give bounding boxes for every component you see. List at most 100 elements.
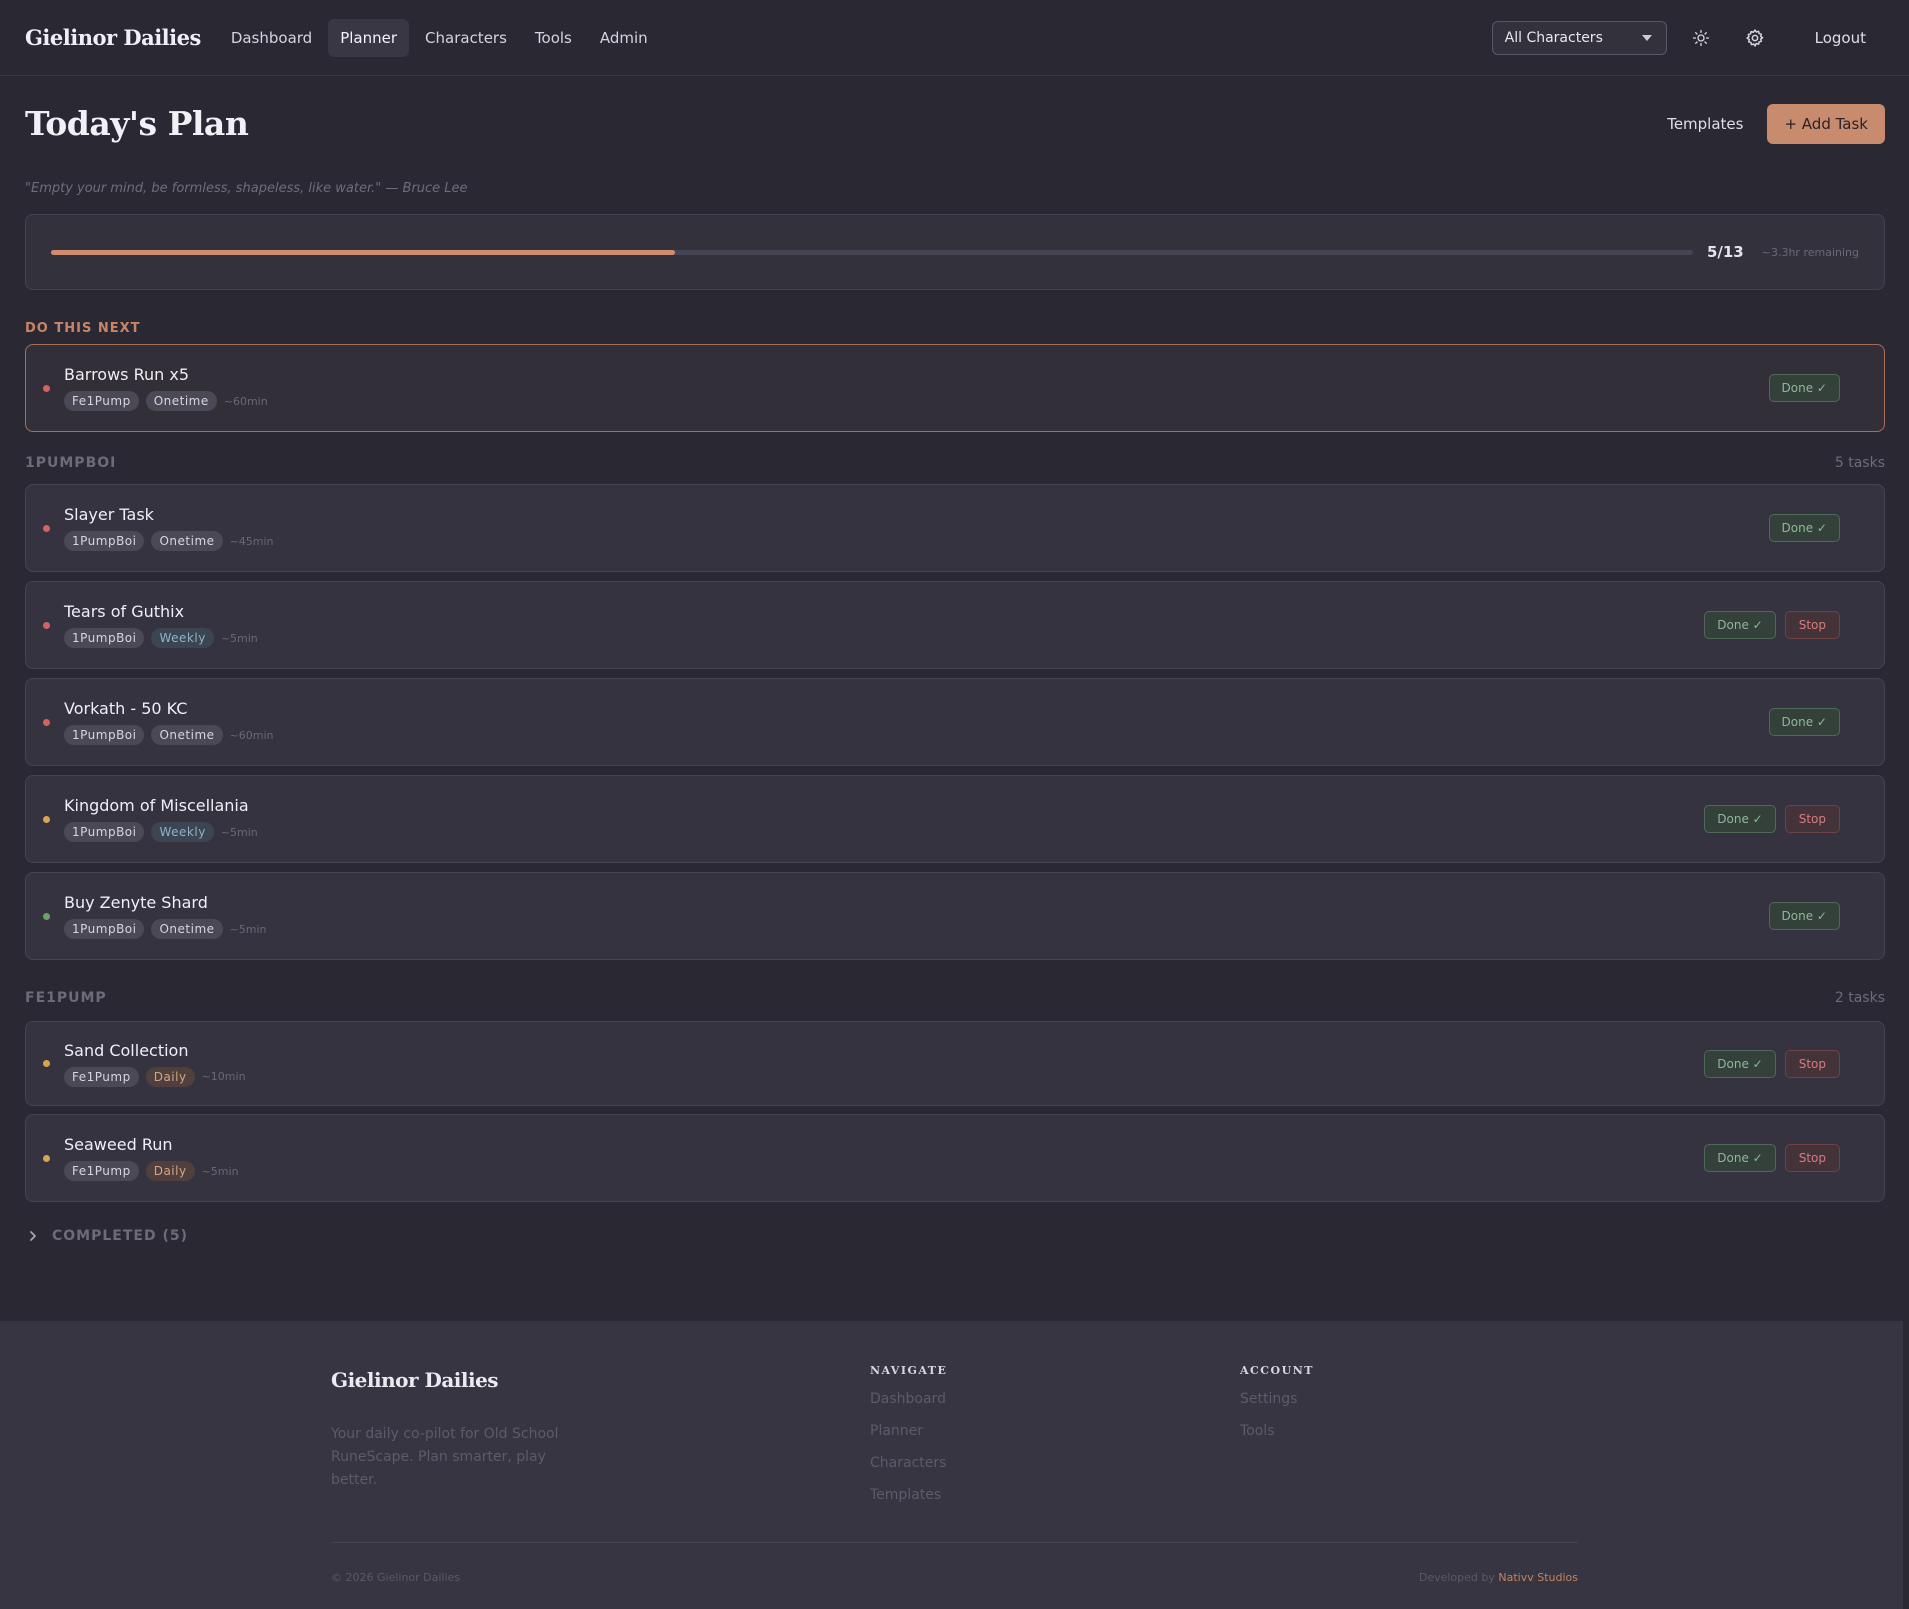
character-badge: Fe1Pump <box>64 1066 139 1087</box>
task-title: Kingdom of Miscellania <box>64 796 249 815</box>
task-meta: Fe1Pump Daily ~5min <box>64 1161 239 1181</box>
task-meta: 1PumpBoi Weekly ~5min <box>64 628 258 648</box>
progress-count: 5/13 <box>1706 243 1744 261</box>
footer-link-settings[interactable]: Settings <box>1240 1390 1314 1422</box>
done-button[interactable]: Done ✓ <box>1704 1049 1776 1078</box>
footer-account-heading: ACCOUNT <box>1240 1364 1314 1377</box>
group-count: 2 tasks <box>1834 989 1885 1006</box>
sun-icon <box>1692 29 1709 46</box>
task-body: Vorkath - 50 KC 1PumpBoi Onetime ~60min <box>64 699 274 745</box>
logout-button[interactable]: Logout <box>1815 29 1866 47</box>
task-eta: ~45min <box>229 534 274 548</box>
task-card[interactable]: Sand Collection Fe1Pump Daily ~10min Don… <box>25 1021 1885 1106</box>
main-nav: Dashboard Planner Characters Tools Admin <box>219 18 660 57</box>
top-navbar: Gielinor Dailies Dashboard Planner Chara… <box>0 0 1909 76</box>
theme-toggle-button[interactable] <box>1681 18 1721 58</box>
done-button[interactable]: Done ✓ <box>1768 514 1840 542</box>
progress-remaining: ~3.3hr remaining <box>1761 245 1859 259</box>
frequency-badge: Daily <box>145 1161 195 1181</box>
task-meta: Fe1Pump Onetime ~60min <box>64 391 268 411</box>
nav-admin[interactable]: Admin <box>588 19 660 57</box>
nav-characters[interactable]: Characters <box>413 19 519 57</box>
nav-planner[interactable]: Planner <box>328 18 410 57</box>
footer-link-characters[interactable]: Characters <box>870 1454 947 1486</box>
task-body: Slayer Task 1PumpBoi Onetime ~45min <box>64 505 274 551</box>
footer-link-dashboard[interactable]: Dashboard <box>870 1390 947 1422</box>
character-badge: 1PumpBoi <box>64 628 145 648</box>
nav-dashboard[interactable]: Dashboard <box>219 19 324 57</box>
task-eta: ~60min <box>223 394 268 408</box>
task-meta: Fe1Pump Daily ~10min <box>64 1066 246 1087</box>
task-card[interactable]: Buy Zenyte Shard 1PumpBoi Onetime ~5min … <box>25 872 1885 960</box>
task-title: Sand Collection <box>64 1040 189 1060</box>
group-header-fe1pump: FE1PUMP 2 tasks <box>25 989 1885 1006</box>
nav-tools[interactable]: Tools <box>523 19 584 57</box>
footer-brand: Gielinor Dailies <box>331 1368 499 1392</box>
task-title: Vorkath - 50 KC <box>64 699 188 718</box>
done-button[interactable]: Done ✓ <box>1768 374 1840 402</box>
chevron-right-icon <box>30 1231 36 1241</box>
footer-link-tools[interactable]: Tools <box>1240 1422 1314 1454</box>
task-card[interactable]: Slayer Task 1PumpBoi Onetime ~45min Done… <box>25 484 1885 572</box>
task-title: Tears of Guthix <box>64 602 185 621</box>
task-actions: Done ✓ Stop <box>1704 805 1840 833</box>
task-actions: Done ✓ Stop <box>1704 611 1840 639</box>
completed-toggle[interactable]: COMPLETED (5) <box>25 1228 1885 1244</box>
frequency-badge: Daily <box>145 1066 195 1087</box>
done-button[interactable]: Done ✓ <box>1704 805 1776 833</box>
footer-studio-link[interactable]: Nativv Studios <box>1498 1571 1578 1584</box>
character-select[interactable]: All Characters <box>1491 20 1667 55</box>
templates-button[interactable]: Templates <box>1667 115 1743 133</box>
progress-track <box>51 249 1693 255</box>
stop-button[interactable]: Stop <box>1784 1049 1840 1078</box>
priority-dot <box>43 1060 50 1067</box>
task-actions: Done ✓ <box>1768 514 1840 542</box>
add-task-button[interactable]: + Add Task <box>1767 103 1885 144</box>
task-card[interactable]: Vorkath - 50 KC 1PumpBoi Onetime ~60min … <box>25 678 1885 766</box>
settings-button[interactable] <box>1735 18 1775 58</box>
priority-dot <box>43 815 50 823</box>
daily-quote: "Empty your mind, be formless, shapeless… <box>25 181 468 196</box>
progress-card: 5/13 ~3.3hr remaining <box>25 214 1885 290</box>
task-eta: ~5min <box>220 631 258 645</box>
brand-logo[interactable]: Gielinor Dailies <box>25 25 201 50</box>
task-card[interactable]: Tears of Guthix 1PumpBoi Weekly ~5min Do… <box>25 581 1885 669</box>
group-name: FE1PUMP <box>25 989 107 1006</box>
done-button[interactable]: Done ✓ <box>1704 611 1776 639</box>
task-card[interactable]: Seaweed Run Fe1Pump Daily ~5min Done ✓ S… <box>25 1114 1885 1202</box>
footer-credit: Developed by Nativv Studios <box>1419 1571 1578 1584</box>
task-eta: ~5min <box>220 825 258 839</box>
task-actions: Done ✓ <box>1768 902 1840 930</box>
frequency-badge: Weekly <box>151 628 214 648</box>
task-actions: Done ✓ Stop <box>1704 1049 1840 1078</box>
stop-button[interactable]: Stop <box>1784 805 1840 833</box>
next-task-card[interactable]: Barrows Run x5 Fe1Pump Onetime ~60min Do… <box>25 344 1885 432</box>
footer-link-templates[interactable]: Templates <box>870 1486 947 1518</box>
task-body: Buy Zenyte Shard 1PumpBoi Onetime ~5min <box>64 893 267 939</box>
task-card[interactable]: Kingdom of Miscellania 1PumpBoi Weekly ~… <box>25 775 1885 863</box>
site-footer: Gielinor Dailies Your daily co-pilot for… <box>0 1321 1903 1609</box>
frequency-badge: Onetime <box>151 531 223 551</box>
done-button[interactable]: Done ✓ <box>1704 1144 1776 1172</box>
priority-dot <box>43 384 50 392</box>
page-title: Today's Plan <box>25 104 249 143</box>
frequency-badge: Weekly <box>151 822 214 842</box>
character-select-value: All Characters <box>1504 29 1603 46</box>
task-title: Buy Zenyte Shard <box>64 893 208 912</box>
footer-account-column: ACCOUNT Settings Tools <box>1240 1364 1314 1454</box>
group-name: 1PUMPBOI <box>25 454 117 471</box>
footer-link-planner[interactable]: Planner <box>870 1422 947 1454</box>
character-badge: 1PumpBoi <box>64 919 145 939</box>
stop-button[interactable]: Stop <box>1784 611 1840 639</box>
done-button[interactable]: Done ✓ <box>1768 708 1840 736</box>
task-actions: Done ✓ Stop <box>1704 1144 1840 1172</box>
stop-button[interactable]: Stop <box>1784 1144 1840 1172</box>
character-badge: Fe1Pump <box>64 391 139 411</box>
caret-down-icon <box>1641 34 1652 41</box>
task-body: Seaweed Run Fe1Pump Daily ~5min <box>64 1135 239 1181</box>
done-button[interactable]: Done ✓ <box>1768 902 1840 930</box>
task-body: Barrows Run x5 Fe1Pump Onetime ~60min <box>64 365 268 411</box>
group-header-1pumpboi: 1PUMPBOI 5 tasks <box>25 454 1885 471</box>
group-count: 5 tasks <box>1834 454 1885 471</box>
footer-developed-by: Developed by <box>1418 1571 1495 1584</box>
